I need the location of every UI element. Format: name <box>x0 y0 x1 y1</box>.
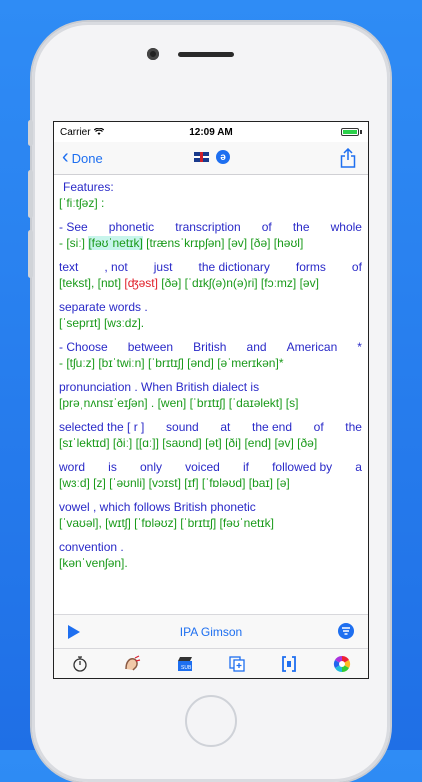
chevron-left-icon: ‹ <box>62 146 69 168</box>
word[interactable]: American <box>287 339 338 355</box>
phonetic-segment: [trænsˈkrɪpʃən] [əv] [ðə] [həʊl] <box>142 236 304 250</box>
front-camera <box>147 48 159 60</box>
done-label: Done <box>71 150 103 166</box>
text-line: - See phonetic transcription of the whole <box>59 219 362 235</box>
text-line: text , not just the dictionary forms of <box>59 259 362 275</box>
variant-phonetic: [ʤəst] <box>124 276 158 290</box>
phonetic-segment: [tekst], [nɒt] <box>59 276 125 290</box>
screen: Carrier 12:09 AM ‹ Done ə Features: [ˈfiː… <box>54 122 368 678</box>
line-spacer <box>59 451 362 459</box>
phonetic-line: [ˈseprɪt] [wɜːdz]. <box>59 316 145 330</box>
volume-down-button <box>28 230 33 278</box>
word[interactable]: selected the [ r ] <box>59 419 144 435</box>
text-line: selected the [ r ] sound at the end of the <box>59 419 362 435</box>
word[interactable]: only <box>140 459 162 475</box>
voice-title[interactable]: IPA Gimson <box>54 625 368 639</box>
phonetic-line: - [tʃuːz] [bɪˈtwiːn] [ˈbrɪtɪʃ] [ənd] [əˈ… <box>59 356 284 370</box>
line-spacer <box>59 211 362 219</box>
word[interactable]: British <box>193 339 226 355</box>
language-selector: ə <box>194 150 230 164</box>
word[interactable]: if <box>243 459 249 475</box>
line-spacer <box>59 411 362 419</box>
bottom-toolbar: SUB <box>54 648 368 678</box>
text-line: - Choose between British and American * <box>59 339 362 355</box>
word[interactable]: sound <box>166 419 199 435</box>
phonetic-line: [ˈvaʊəl], [wɪtʃ] [ˈfɒləʊz] [ˈbrɪtɪʃ] [fə… <box>59 516 274 530</box>
line-spacer <box>59 251 362 259</box>
word[interactable]: the dictionary <box>198 259 269 275</box>
word[interactable]: between <box>128 339 173 355</box>
text-line: convention . <box>59 540 124 554</box>
text-line: vowel , which follows British phonetic <box>59 500 256 514</box>
word[interactable]: phonetic <box>109 219 154 235</box>
mute-switch <box>28 120 33 146</box>
word[interactable]: is <box>108 459 117 475</box>
highlighted-phonetic: [fəʊˈnetɪk] <box>88 236 143 250</box>
word[interactable]: forms <box>296 259 326 275</box>
word[interactable]: the <box>345 419 362 435</box>
line-spacer <box>59 491 362 499</box>
line-spacer <box>59 291 362 299</box>
stopwatch-icon[interactable] <box>71 655 89 673</box>
home-button[interactable] <box>185 695 237 747</box>
word[interactable]: of <box>314 419 324 435</box>
word[interactable]: of <box>262 219 272 235</box>
word[interactable]: transcription <box>175 219 240 235</box>
phonetic-line: [ˈfiːtʃəz] : <box>59 196 105 210</box>
svg-text:SUB: SUB <box>181 665 192 671</box>
word[interactable]: just <box>154 259 173 275</box>
uk-flag-icon[interactable] <box>194 152 209 162</box>
text-line: pronunciation . When British dialect is <box>59 380 260 394</box>
word[interactable]: the end <box>252 419 292 435</box>
word[interactable]: - Choose <box>59 339 108 355</box>
navigation-bar: ‹ Done ə <box>54 142 368 175</box>
word[interactable]: word <box>59 459 85 475</box>
done-button[interactable]: ‹ Done <box>62 146 103 168</box>
word[interactable]: a <box>355 459 362 475</box>
schwa-icon[interactable]: ə <box>216 150 230 164</box>
transcription-text: Features: [ˈfiːtʃəz] : - See phonetic transc… <box>54 175 368 619</box>
speaker-face-icon[interactable] <box>123 655 141 673</box>
word[interactable]: whole <box>331 219 362 235</box>
phonetic-line: [sɪˈlektɪd] [ðiː] [[ɑː]] [saʊnd] [ət] [ð… <box>59 436 318 450</box>
status-time: 12:09 AM <box>189 126 233 138</box>
word[interactable]: * <box>357 339 362 355</box>
share-icon[interactable] <box>340 148 356 168</box>
phonetic-line: [tekst], [nɒt] [ʤəst] [ðə] [ˈdɪkʃ(ə)n(ə)… <box>59 275 362 291</box>
text-line: separate words . <box>59 300 148 314</box>
text-line: word is only voiced if followed by a <box>59 459 362 475</box>
bracket-icon[interactable] <box>280 655 298 673</box>
word[interactable]: , not <box>104 259 127 275</box>
word[interactable]: text <box>59 259 78 275</box>
phonetic-segment: [ðə] [ˈdɪkʃ(ə)n(ə)ri] [fɔːmz] [əv] <box>157 276 319 290</box>
line-spacer <box>59 531 362 539</box>
phonetic-line: - [siː] [fəʊˈnetɪk] [trænsˈkrɪpʃən] [əv]… <box>59 235 362 251</box>
word[interactable]: and <box>247 339 267 355</box>
volume-up-button <box>28 170 33 218</box>
word[interactable]: of <box>352 259 362 275</box>
phonetic-line: [wɜːd] [z] [ˈəʊnli] [vɔɪst] [ɪf] [ˈfɒləʊ… <box>59 476 290 490</box>
text-line: Features: <box>63 180 114 194</box>
line-spacer <box>59 371 362 379</box>
status-bar: Carrier 12:09 AM <box>54 122 368 142</box>
phonetic-line: [prəˌnʌnsɪˈeɪʃən] . [wen] [ˈbrɪtɪʃ] [ˈda… <box>59 396 299 410</box>
filter-menu-icon[interactable] <box>338 623 354 639</box>
earpiece-speaker <box>178 52 234 57</box>
line-spacer <box>59 331 362 339</box>
color-wheel-icon[interactable] <box>333 655 351 673</box>
word[interactable]: followed by <box>272 459 332 475</box>
word[interactable]: the <box>293 219 310 235</box>
player-bar: IPA Gimson <box>54 614 368 649</box>
word[interactable]: - See <box>59 219 88 235</box>
clapperboard-sub-icon[interactable]: SUB <box>176 655 194 673</box>
phonetic-segment: - [siː] <box>59 236 89 250</box>
phonetic-line: [kənˈvenʃən]. <box>59 556 128 570</box>
word[interactable]: at <box>220 419 230 435</box>
copy-plus-icon[interactable] <box>228 655 246 673</box>
word[interactable]: voiced <box>185 459 220 475</box>
